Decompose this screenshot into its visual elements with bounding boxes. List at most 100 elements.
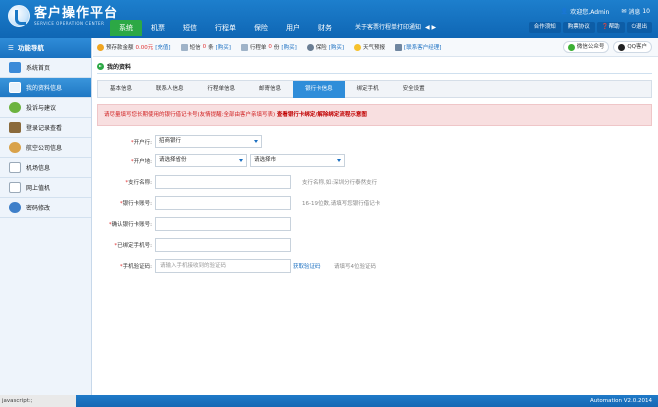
people-icon — [9, 142, 21, 153]
deposit-info: 预存款金额 0.00元 [充值] — [97, 43, 171, 51]
bank-label: *开户行: — [130, 140, 152, 146]
profile-tabs: 基本信息 联系人信息 行程单信息 邮寄信息 银行卡信息 绑定手机 安全设置 — [97, 80, 652, 98]
welcome-area: 👤 欢迎您,Admin ✉ 消息 10 — [561, 7, 650, 16]
card-hint: 16-19位数,请填写您银行借记卡 — [302, 201, 381, 207]
confirm-card-input[interactable] — [155, 217, 291, 231]
sidebar-item-airlines[interactable]: 航空公司信息 — [0, 138, 91, 158]
user-icon: 👤 — [560, 8, 569, 15]
contact-manager[interactable]: [联系客户经理] — [395, 43, 441, 51]
verification-code-input[interactable]: 请输入手机接收到的验证码 — [155, 259, 291, 273]
gear-icon — [9, 202, 21, 213]
message-count: 10 — [642, 8, 650, 15]
help-button[interactable]: ❓帮助 — [596, 22, 625, 33]
card-number-input[interactable] — [155, 196, 291, 210]
sidebar-item-complaints[interactable]: 投诉与建议 — [0, 98, 91, 118]
tab-basic-info[interactable]: 基本信息 — [98, 81, 144, 98]
nav-sms[interactable]: 短信 — [174, 20, 206, 36]
nav-finance[interactable]: 财务 — [309, 20, 341, 36]
header: 客户操作平台 SERVICE OPERATION CENTER 系统 机票 短信… — [0, 0, 658, 38]
branch-input[interactable] — [155, 175, 291, 189]
help-icon: ❓ — [601, 24, 609, 30]
notice-banner: 请尽量填写您长期使用的银行借记卡号(友情提醒:全部由客户亲填写表) 查看银行卡绑… — [97, 104, 652, 126]
sidebar-item-profile[interactable]: 我的资料信息 — [0, 78, 91, 98]
welcome-text: 欢迎您,Admin — [570, 9, 610, 16]
chevron-down-icon — [337, 159, 341, 162]
insurance-info: 保险 [购买] — [306, 43, 344, 51]
sidebar-item-login-records[interactable]: 登录记录查看 — [0, 118, 91, 138]
sidebar-title: ☰ 功能导航 — [0, 38, 91, 58]
logo-title: 客户操作平台 — [34, 5, 119, 21]
wechat-button[interactable]: 微信公众号 — [562, 41, 610, 53]
sms-info: 短信 0 条 [购买] — [180, 43, 231, 51]
nav-flights[interactable]: 机票 — [142, 20, 174, 36]
status-bar: javascript:; Automation V2.0.2014 — [0, 395, 658, 407]
logo-icon — [8, 5, 30, 27]
sms-buy-link[interactable]: [购买] — [216, 43, 231, 51]
confirm-card-label: *确认银行卡账号: — [108, 222, 152, 228]
location-label: *开户地: — [130, 159, 152, 165]
agreement-button[interactable]: 购票协议 — [562, 22, 595, 33]
header-buttons: 合作须知 购票协议 ❓帮助 ⏻退出 — [528, 22, 652, 33]
weather-info[interactable]: 天气预报 — [354, 43, 385, 51]
province-select[interactable]: 请选择省份 — [155, 154, 247, 167]
deposit-amount: 0.00元 — [135, 45, 154, 51]
account-info-bar: 预存款金额 0.00元 [充值] 短信 0 条 [购买] 行程单 0 份 [购买… — [93, 38, 658, 57]
tab-itinerary[interactable]: 行程单信息 — [196, 81, 248, 98]
tab-security[interactable]: 安全设置 — [391, 81, 437, 98]
bound-phone-input[interactable] — [155, 238, 291, 252]
qq-button[interactable]: QQ客户 — [613, 41, 652, 53]
document-icon — [240, 43, 248, 51]
itinerary-info: 行程单 0 份 [购买] — [240, 43, 297, 51]
chevron-down-icon — [254, 140, 258, 143]
sun-icon — [354, 43, 362, 51]
mail-icon[interactable]: ✉ — [621, 8, 626, 15]
tab-bind-phone[interactable]: 绑定手机 — [345, 81, 391, 98]
itinerary-buy-link[interactable]: [购买] — [281, 43, 296, 51]
envelope-icon — [9, 162, 21, 173]
chevron-down-icon — [239, 159, 243, 162]
sms-icon — [180, 43, 188, 51]
news-arrows-icon[interactable]: ◀ ▶ — [421, 20, 436, 36]
logo[interactable]: 客户操作平台 SERVICE OPERATION CENTER — [8, 5, 118, 27]
nav-users[interactable]: 用户 — [277, 20, 309, 36]
tab-bank-card[interactable]: 银行卡信息 — [293, 81, 345, 98]
book-icon — [9, 122, 21, 133]
get-code-button[interactable]: 获取验证码 — [293, 262, 321, 270]
cooperation-button[interactable]: 合作须知 — [528, 22, 561, 33]
nav-itinerary[interactable]: 行程单 — [206, 20, 245, 36]
branch-label: *支行名称: — [125, 180, 152, 186]
bank-select[interactable]: 招商银行 — [155, 135, 262, 148]
sidebar-item-home[interactable]: 系统首页 — [0, 58, 91, 78]
qq-icon — [618, 43, 626, 51]
message-label[interactable]: 消息 — [628, 7, 640, 16]
sms-count: 0 — [202, 44, 207, 50]
tree-icon — [9, 102, 21, 113]
envelope-open-icon — [9, 182, 21, 193]
browser-status-text: javascript:; — [0, 395, 76, 407]
nav-insurance[interactable]: 保险 — [245, 20, 277, 36]
sidebar-item-password[interactable]: 密码修改 — [0, 198, 91, 218]
insurance-icon — [306, 43, 314, 51]
tab-contacts[interactable]: 联系人信息 — [144, 81, 196, 98]
coin-icon — [97, 43, 104, 51]
menu-icon: ☰ — [8, 44, 14, 52]
sidebar-item-airports[interactable]: 机场信息 — [0, 158, 91, 178]
main-nav: 系统 机票 短信 行程单 保险 用户 财务 关于客票行程单打印通知 ◀ ▶ — [110, 20, 436, 36]
sidebar-item-checkin[interactable]: 网上值机 — [0, 178, 91, 198]
tab-mailing[interactable]: 邮寄信息 — [247, 81, 293, 98]
wechat-icon — [567, 43, 575, 51]
city-select[interactable]: 请选择市 — [250, 154, 345, 167]
news-ticker[interactable]: 关于客票行程单打印通知 — [341, 20, 421, 36]
branch-hint: 支行名称,如:深圳分行泰然支行 — [302, 180, 378, 186]
logout-button[interactable]: ⏻退出 — [626, 22, 652, 33]
page-title: 我的资料 — [97, 60, 652, 74]
itinerary-count: 0 — [268, 44, 272, 50]
code-hint: 请填写4位验证码 — [334, 264, 376, 270]
nav-system[interactable]: 系统 — [110, 20, 142, 36]
bind-flow-link[interactable]: 查看银行卡绑定/解除绑定流程示意图 — [277, 112, 367, 118]
insurance-buy-link[interactable]: [购买] — [329, 43, 344, 51]
version-text: Automation V2.0.2014 — [589, 398, 652, 404]
profile-icon — [9, 82, 21, 93]
recharge-link[interactable]: [充值] — [155, 43, 170, 51]
main-content: 我的资料 基本信息 联系人信息 行程单信息 邮寄信息 银行卡信息 绑定手机 安全… — [93, 57, 658, 395]
